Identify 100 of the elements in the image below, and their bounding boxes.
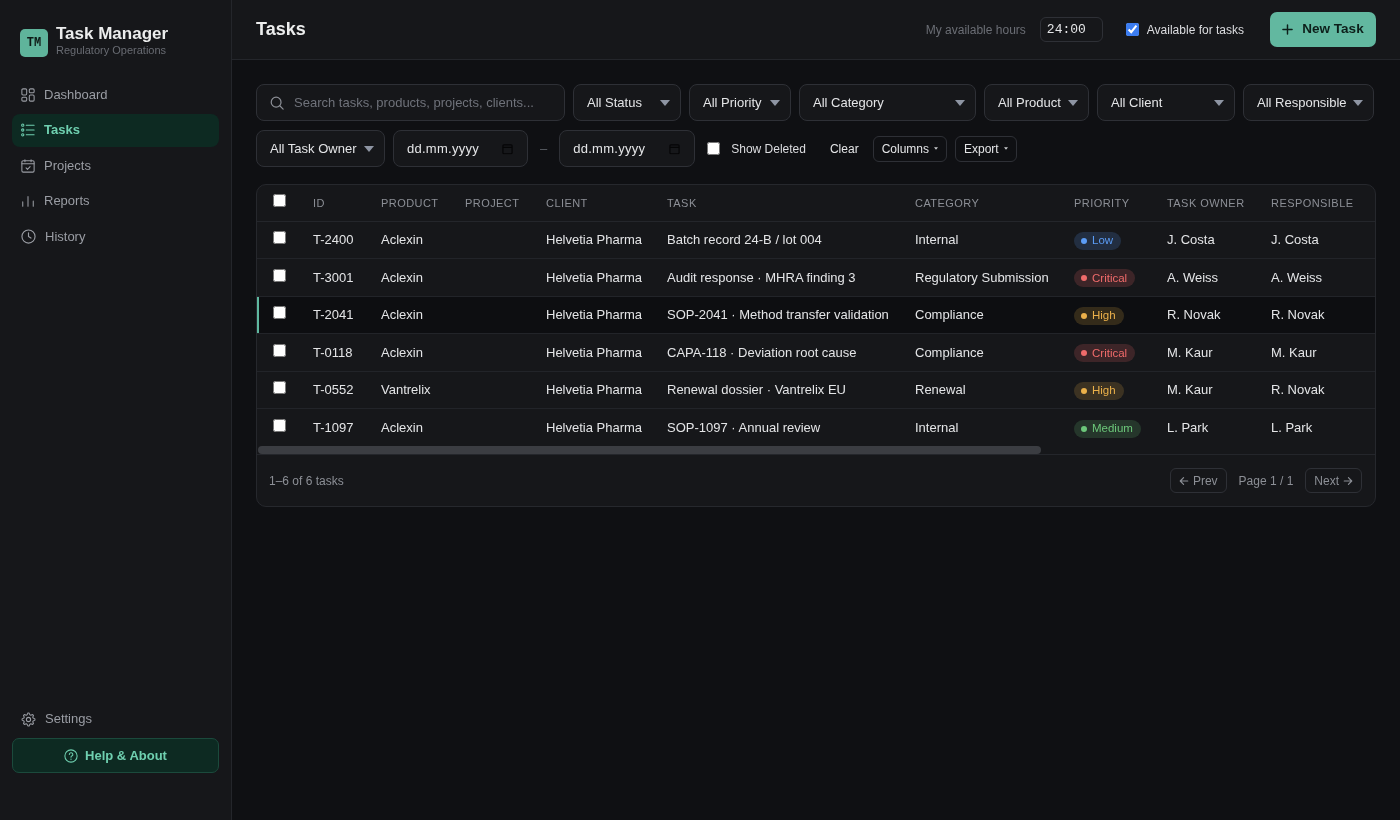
caret-icon — [1003, 147, 1008, 150]
date-field[interactable]: dd.mm.yyyy — [559, 130, 696, 167]
row-checkbox[interactable] — [273, 381, 286, 394]
table-cell: Helvetia Pharma — [533, 221, 654, 259]
nav-item[interactable]: Tasks — [12, 113, 219, 147]
filter-dropdown[interactable]: All Status — [573, 84, 681, 121]
row-checkbox[interactable] — [273, 418, 286, 432]
filter-dropdown[interactable]: All Client — [1097, 84, 1235, 121]
table-cell: T-3001 — [300, 258, 368, 296]
question-icon — [64, 748, 79, 763]
nav-item[interactable]: History — [12, 220, 219, 253]
table-cell: M. Kaur — [1258, 333, 1375, 371]
table-cell: Aclexin — [368, 296, 452, 334]
available-label: Available for tasks — [1146, 21, 1244, 39]
column-header[interactable]: PRIORITY — [1061, 185, 1154, 221]
status-dot-icon — [1081, 387, 1087, 394]
table-cell: T-2041 — [300, 296, 368, 334]
column-header[interactable]: PROJECT — [452, 185, 533, 221]
column-header[interactable]: TASK OWNER — [1154, 185, 1258, 221]
caret-icon — [660, 99, 670, 106]
caret-icon — [1353, 99, 1363, 106]
table-cell: Compliance — [902, 333, 1061, 371]
date-separator: – — [540, 139, 548, 158]
nav-item[interactable]: Dashboard — [12, 78, 219, 111]
table-row[interactable]: T-3001 Aclexin Helvetia Pharma Audit response · MHRA finding 3 Regulatory Submission Critical A. Weiss A. Weiss — [257, 258, 1375, 296]
search-icon — [270, 95, 284, 110]
settings-link[interactable]: Settings — [12, 702, 219, 736]
filter-dropdown[interactable]: All Task Owner — [256, 130, 385, 167]
table-cell: Regulatory Submission — [902, 258, 1061, 296]
date-field[interactable]: dd.mm.yyyy — [393, 130, 528, 167]
help-button[interactable]: Help & About — [12, 738, 219, 773]
priority-label: High — [1092, 308, 1116, 324]
table-cell: J. Costa — [1258, 221, 1375, 259]
gear-icon — [21, 711, 36, 727]
select-all-checkbox[interactable] — [273, 194, 286, 207]
table-cell: Vantrelix — [368, 371, 452, 409]
row-checkbox[interactable] — [273, 268, 286, 282]
table-cell: M. Kaur — [1154, 371, 1258, 409]
horizontal-scrollbar[interactable] — [258, 446, 1041, 454]
show-deleted-checkbox[interactable] — [707, 142, 721, 155]
plus-icon — [1282, 24, 1294, 35]
priority-label: Low — [1092, 233, 1114, 249]
next-button[interactable]: Next — [1305, 468, 1362, 493]
app-logo: TM — [20, 28, 48, 57]
hours-field[interactable]: 24:00 — [1039, 17, 1103, 42]
caret-icon — [1214, 99, 1224, 106]
column-header[interactable]: TASK — [654, 185, 902, 221]
table-cell: Aclexin — [368, 258, 452, 296]
search-field[interactable]: Search tasks, products, projects, clients... — [256, 84, 565, 121]
column-header[interactable]: CATEGORY — [902, 185, 1061, 221]
new-task-button[interactable]: New Task — [1270, 12, 1376, 47]
table-cell: Internal — [902, 221, 1061, 259]
table-cell: R. Novak — [1258, 371, 1375, 409]
nav-item[interactable]: Projects — [12, 149, 219, 182]
table-cell: Renewal dossier · Vantrelix EU — [654, 371, 902, 409]
table-cell: Batch record 24-B / lot 004 — [654, 221, 902, 259]
list-icon — [21, 123, 35, 137]
filter-dropdown[interactable]: All Category — [799, 84, 976, 121]
clear-button[interactable]: Clear — [823, 139, 865, 158]
column-header[interactable]: PRODUCT — [368, 185, 452, 221]
nav-item[interactable]: Reports — [12, 184, 219, 218]
show-deleted-label: Show Deleted — [731, 140, 806, 158]
table-cell: Audit response · MHRA finding 3 — [654, 258, 902, 296]
priority-label: Critical — [1092, 345, 1128, 361]
row-checkbox[interactable] — [273, 231, 286, 244]
results-summary: 1–6 of 6 tasks — [269, 472, 344, 490]
column-header[interactable]: ID — [300, 185, 368, 221]
status-dot-icon — [1081, 350, 1087, 357]
status-dot-icon — [1081, 312, 1087, 319]
table-cell: CAPA-118 · Deviation root cause — [654, 333, 902, 371]
table-row[interactable]: T-0552 Vantrelix Helvetia Pharma Renewal dossier · Vantrelix EU Renewal High M. Kaur R. Novak — [257, 371, 1375, 409]
table-cell: Aclexin — [368, 333, 452, 371]
row-checkbox[interactable] — [273, 343, 286, 357]
columns-button[interactable]: Columns — [872, 135, 947, 162]
table-cell: Internal — [902, 408, 1061, 446]
priority-label: Critical — [1092, 270, 1128, 286]
table-cell: T-2400 — [300, 221, 368, 259]
column-header[interactable]: RESPONSIBLE — [1258, 185, 1375, 221]
table-row[interactable]: T-0118 Aclexin Helvetia Pharma CAPA-118 · Deviation root cause Compliance Critical M. Kaur M. Kaur — [257, 333, 1375, 371]
table-row[interactable]: T-2400 Aclexin Helvetia Pharma Batch record 24-B / lot 004 Internal Low J. Costa J. Costa — [257, 221, 1375, 259]
filter-dropdown[interactable]: All Priority — [689, 84, 791, 121]
status-dot-icon — [1081, 425, 1087, 432]
arrow-left-icon — [1178, 475, 1189, 486]
page-title: Tasks — [256, 18, 306, 41]
table-cell: Helvetia Pharma — [533, 333, 654, 371]
filter-dropdown[interactable]: All Product — [984, 84, 1089, 121]
table-cell: A. Weiss — [1154, 258, 1258, 296]
table-cell: J. Costa — [1154, 221, 1258, 259]
export-button[interactable]: Export — [955, 135, 1017, 162]
table-cell: Renewal — [902, 371, 1061, 409]
status-dot-icon — [1081, 237, 1087, 244]
available-checkbox[interactable] — [1125, 23, 1139, 36]
caret-icon — [934, 147, 938, 150]
row-checkbox[interactable] — [273, 306, 286, 319]
table-cell: Compliance — [902, 296, 1061, 334]
filter-dropdown[interactable]: All Responsible — [1243, 84, 1374, 121]
prev-button[interactable]: Prev — [1169, 468, 1227, 493]
hours-label: My available hours — [925, 21, 1026, 39]
table-cell: Helvetia Pharma — [533, 258, 654, 296]
column-header[interactable]: CLIENT — [533, 185, 654, 221]
